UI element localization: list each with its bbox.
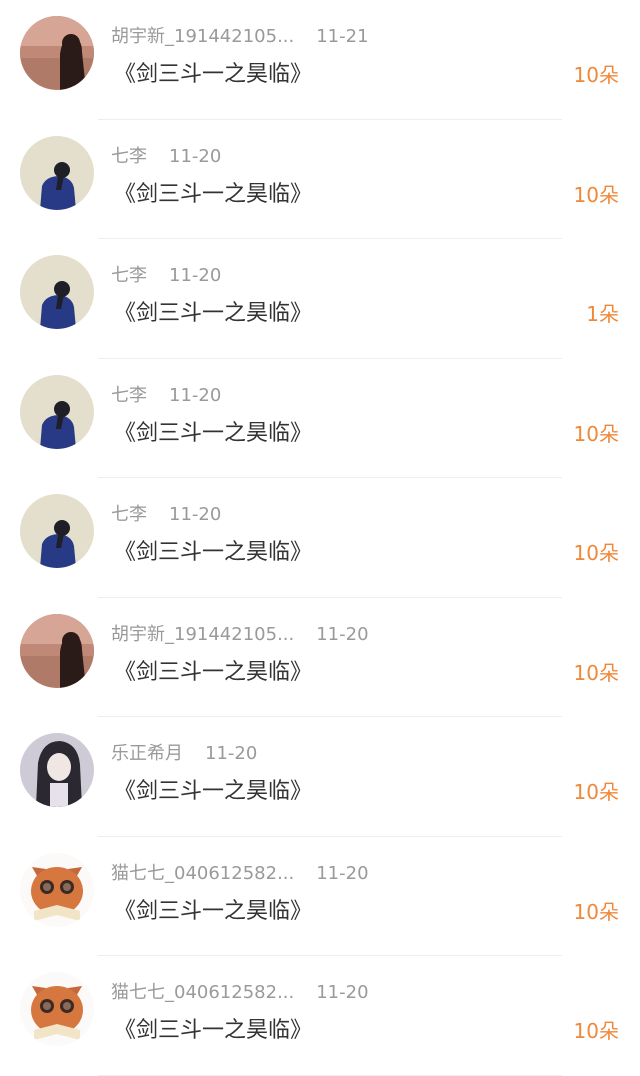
- flower-count: 10朵: [573, 1019, 619, 1043]
- gift-date: 11-20: [169, 504, 222, 525]
- book-title: 《剑三斗一之昊临》: [114, 1018, 313, 1043]
- book-title: 《剑三斗一之昊临》: [114, 659, 313, 685]
- gift-list: 胡宇新_191442105... 11-21 《剑三斗一之昊临》 10朵 七李 11…: [0, 0, 640, 1076]
- avatar[interactable]: [20, 733, 94, 807]
- divider: [98, 1074, 562, 1076]
- gift-row[interactable]: 猫七七_040612582... 11-20 《剑三斗一之昊临》 10朵: [0, 956, 640, 1076]
- sender-name[interactable]: 猫七七_040612582...: [111, 978, 294, 1004]
- avatar[interactable]: [20, 255, 94, 329]
- avatar[interactable]: [20, 613, 94, 688]
- gift-meta: 七李 11-20: [111, 142, 221, 168]
- gift-row[interactable]: 胡宇新_191442105... 11-21 《剑三斗一之昊临》 10朵: [0, 0, 640, 120]
- gift-meta: 乐正希月 11-20: [111, 739, 257, 765]
- book-title: 《剑三斗一之昊临》: [114, 779, 313, 804]
- blue-figure-avatar-icon: [20, 374, 94, 449]
- gift-meta: 胡宇新_191442105... 11-20: [111, 620, 369, 646]
- cat-reading-avatar-icon: [20, 852, 94, 927]
- avatar[interactable]: [20, 135, 94, 210]
- flower-count: 10朵: [573, 780, 619, 804]
- gift-meta: 猫七七_040612582... 11-20: [111, 859, 369, 885]
- blue-figure-avatar-icon: [20, 135, 94, 210]
- sender-name[interactable]: 乐正希月: [111, 739, 183, 765]
- gift-date: 11-20: [316, 862, 369, 884]
- gift-date: 11-20: [169, 145, 222, 167]
- sender-name[interactable]: 七李: [111, 500, 147, 526]
- anime-girl-avatar-icon: [20, 733, 94, 807]
- book-title: 《剑三斗一之昊临》: [114, 181, 313, 207]
- flower-count: 1朵: [586, 302, 619, 326]
- blue-figure-avatar-icon: [20, 494, 94, 568]
- gift-row[interactable]: 七李 11-20 《剑三斗一之昊临》 10朵: [0, 120, 640, 239]
- sender-name[interactable]: 七李: [111, 142, 147, 168]
- flower-count: 10朵: [573, 63, 619, 87]
- sender-name[interactable]: 七李: [111, 381, 147, 407]
- gift-row[interactable]: 七李 11-20 《剑三斗一之昊临》 10朵: [0, 478, 640, 598]
- sender-name[interactable]: 胡宇新_191442105...: [111, 620, 294, 646]
- gift-row[interactable]: 七李 11-20 《剑三斗一之昊临》 10朵: [0, 359, 640, 478]
- gift-row[interactable]: 胡宇新_191442105... 11-20 《剑三斗一之昊临》 10朵: [0, 598, 640, 717]
- book-title: 《剑三斗一之昊临》: [114, 62, 313, 87]
- gift-meta: 胡宇新_191442105... 11-21: [111, 22, 369, 48]
- gift-row[interactable]: 七李 11-20 《剑三斗一之昊临》 1朵: [0, 239, 640, 359]
- gift-date: 11-20: [316, 623, 369, 645]
- sender-name[interactable]: 猫七七_040612582...: [111, 859, 294, 885]
- gift-meta: 七李 11-20: [111, 261, 221, 287]
- flower-count: 10朵: [573, 421, 619, 446]
- avatar[interactable]: [20, 494, 94, 568]
- sunset-girl-avatar-icon: [20, 16, 94, 90]
- gift-meta: 猫七七_040612582... 11-20: [111, 978, 369, 1004]
- gift-meta: 七李 11-20: [111, 500, 221, 526]
- sender-name[interactable]: 胡宇新_191442105...: [111, 22, 294, 48]
- cat-reading-avatar-icon: [20, 972, 94, 1046]
- book-title: 《剑三斗一之昊临》: [114, 898, 313, 924]
- book-title: 《剑三斗一之昊临》: [114, 301, 313, 326]
- avatar[interactable]: [20, 374, 94, 449]
- flower-count: 10朵: [573, 899, 619, 924]
- flower-count: 10朵: [573, 541, 619, 565]
- flower-count: 10朵: [573, 182, 619, 207]
- gift-row[interactable]: 乐正希月 11-20 《剑三斗一之昊临》 10朵: [0, 717, 640, 837]
- gift-date: 11-20: [169, 384, 222, 406]
- book-title: 《剑三斗一之昊临》: [114, 540, 313, 565]
- gift-date: 11-20: [205, 743, 258, 764]
- gift-date: 11-20: [316, 982, 369, 1003]
- gift-date: 11-20: [169, 265, 222, 286]
- blue-figure-avatar-icon: [20, 255, 94, 329]
- gift-date: 11-21: [316, 26, 369, 47]
- avatar[interactable]: [20, 852, 94, 927]
- gift-row[interactable]: 猫七七_040612582... 11-20 《剑三斗一之昊临》 10朵: [0, 837, 640, 956]
- book-title: 《剑三斗一之昊临》: [114, 420, 313, 446]
- flower-count: 10朵: [573, 660, 619, 685]
- sender-name[interactable]: 七李: [111, 261, 147, 287]
- avatar[interactable]: [20, 972, 94, 1046]
- gift-meta: 七李 11-20: [111, 381, 221, 407]
- sunset-girl-avatar-icon: [20, 613, 94, 688]
- avatar[interactable]: [20, 16, 94, 90]
